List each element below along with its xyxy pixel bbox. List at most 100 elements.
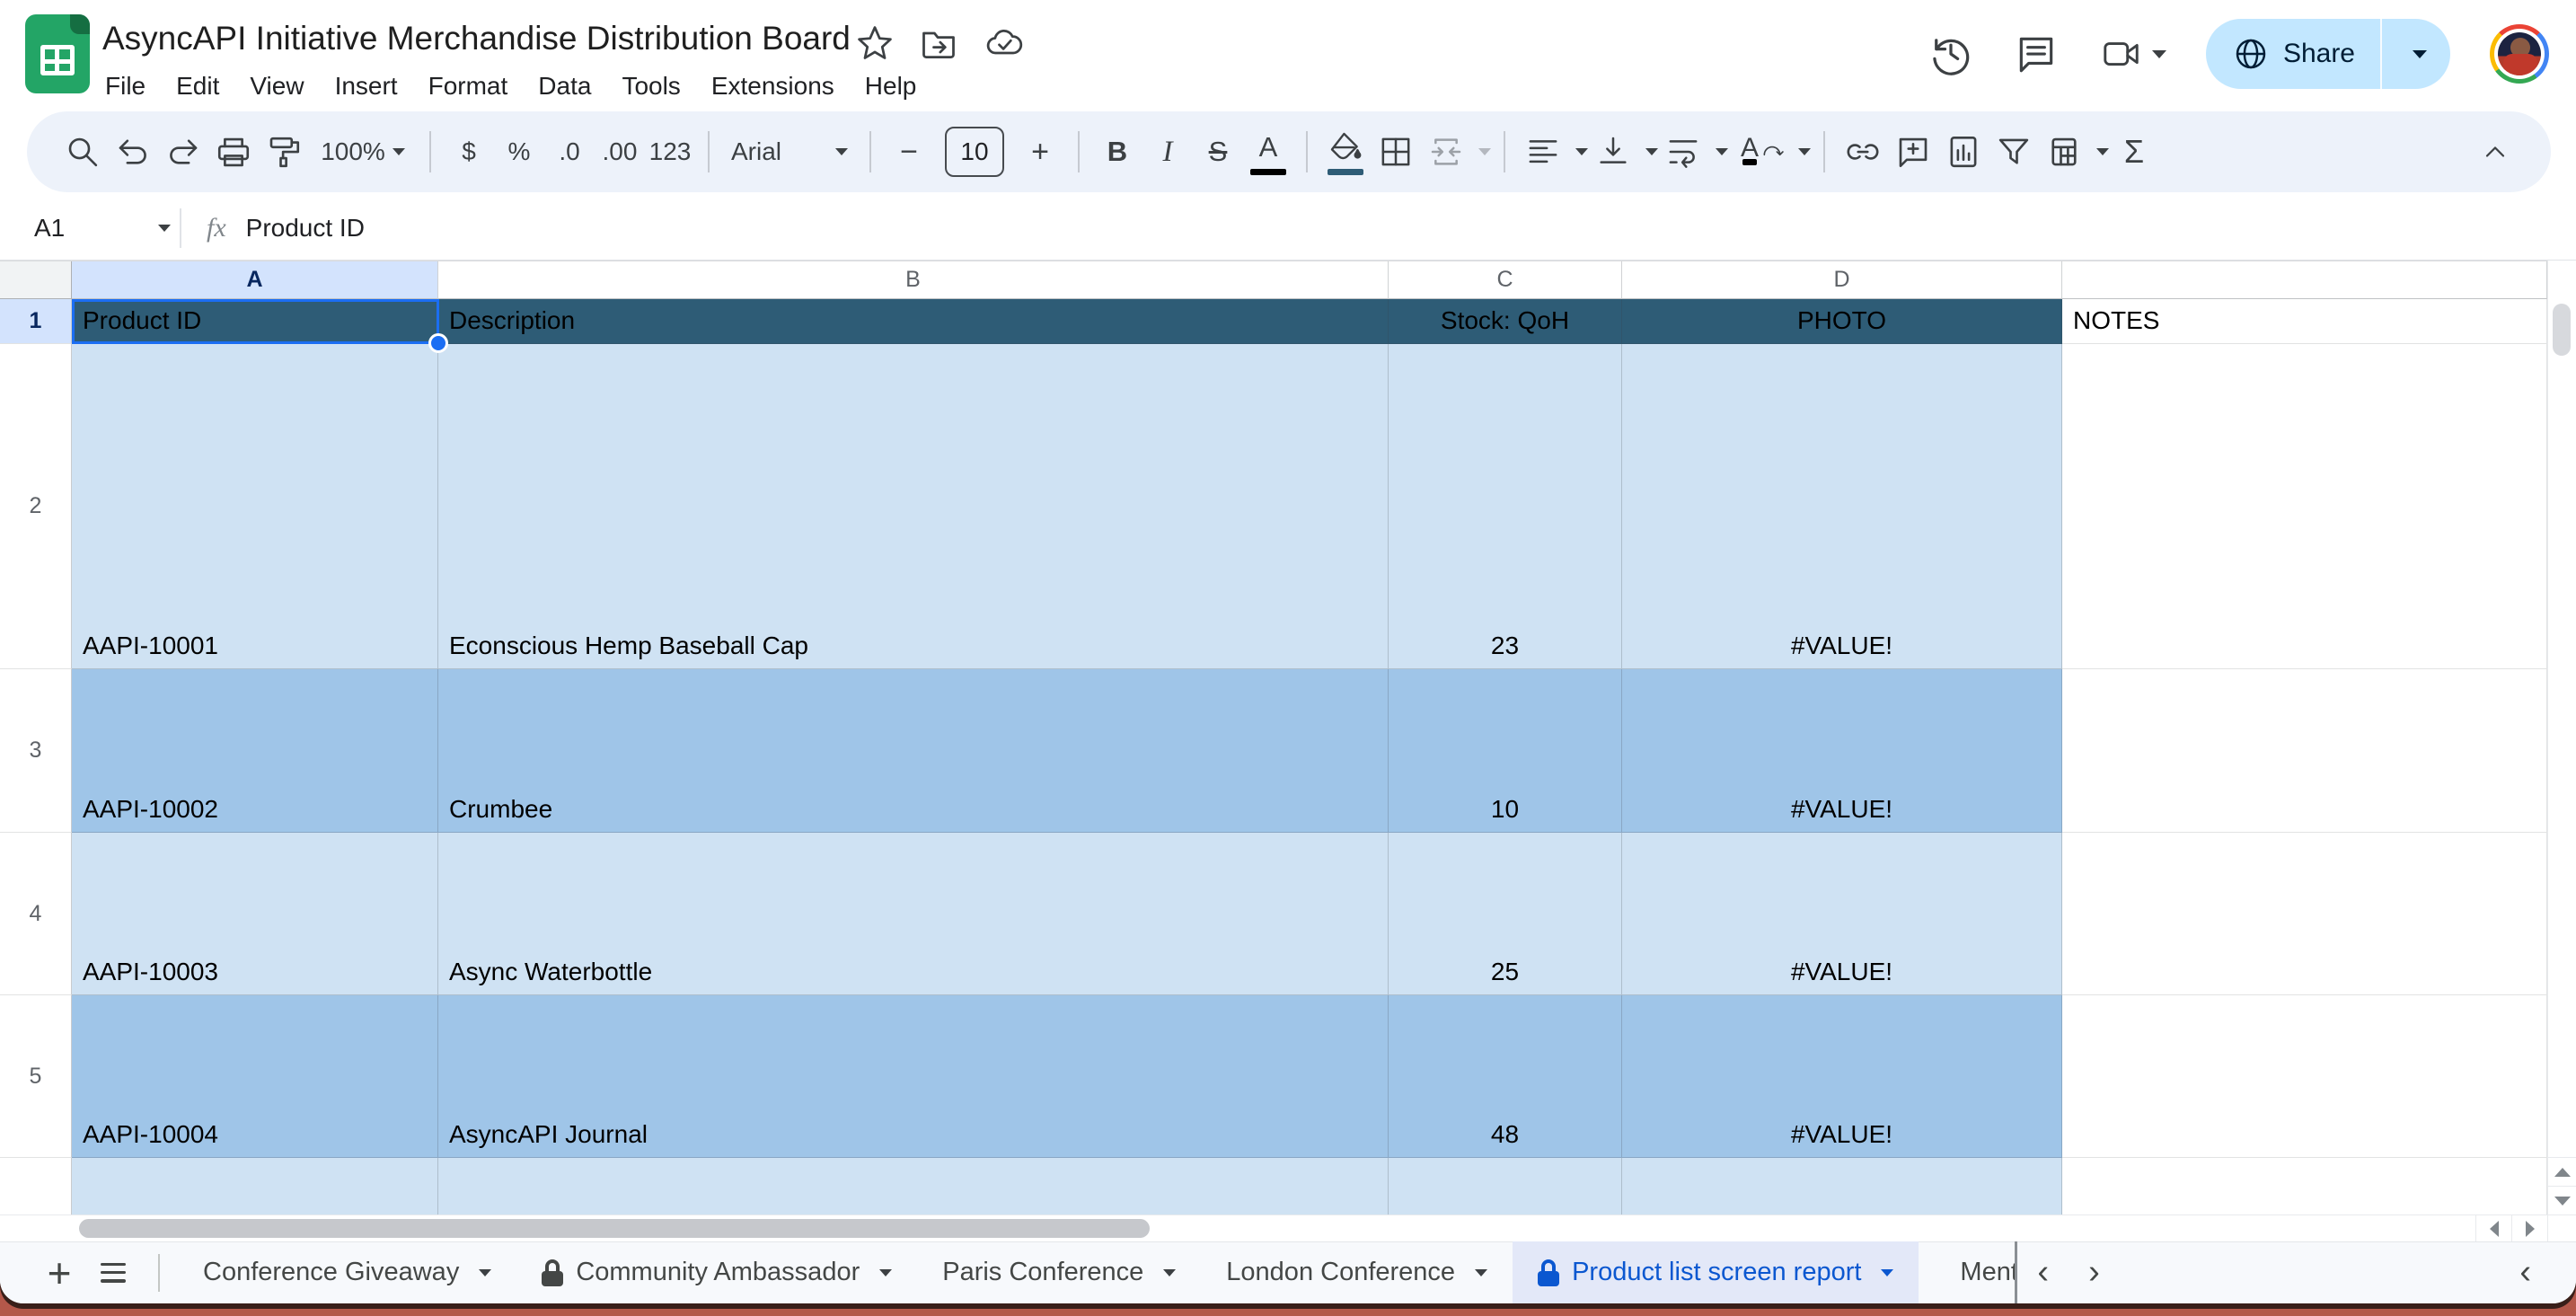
format-currency-button[interactable]: $	[444, 123, 494, 181]
cell-c6[interactable]	[1389, 1158, 1622, 1214]
cell-b2[interactable]: Econscious Hemp Baseball Cap	[438, 344, 1389, 669]
font-selector[interactable]: Arial	[722, 123, 857, 181]
print-icon[interactable]	[208, 123, 259, 181]
row-header-4[interactable]: 4	[0, 833, 72, 995]
row-header-3[interactable]: 3	[0, 669, 72, 833]
cell-e1[interactable]: NOTES	[2062, 299, 2547, 344]
sheet-tab-conference-giveaway[interactable]: Conference Giveaway	[178, 1241, 516, 1303]
row-header-5[interactable]: 5	[0, 995, 72, 1158]
cell-a4[interactable]: AAPI-10003	[72, 833, 438, 995]
cell-e3[interactable]	[2062, 669, 2547, 833]
fill-color-button[interactable]	[1320, 123, 1371, 181]
horizontal-scrollbar[interactable]	[0, 1214, 2547, 1242]
zoom-control[interactable]: 100%	[309, 123, 417, 181]
cell-d1[interactable]: PHOTO	[1622, 299, 2062, 344]
increase-decimal-button[interactable]: .00	[595, 123, 645, 181]
column-header-b[interactable]: B	[438, 261, 1389, 299]
sheet-tab-caret-icon[interactable]	[1475, 1268, 1488, 1276]
row-header-1[interactable]: 1	[0, 299, 72, 344]
cell-b1[interactable]: Description	[438, 299, 1389, 344]
selection-handle[interactable]	[428, 333, 448, 353]
insert-comment-icon[interactable]	[1888, 123, 1938, 181]
cell-a3[interactable]: AAPI-10002	[72, 669, 438, 833]
vertical-scrollbar-thumb[interactable]	[2553, 304, 2571, 356]
cell-b6[interactable]	[438, 1158, 1389, 1214]
menu-insert[interactable]: Insert	[320, 68, 413, 104]
all-sheets-button[interactable]	[86, 1246, 140, 1300]
cell-d3[interactable]: #VALUE!	[1622, 669, 2062, 833]
document-title[interactable]: AsyncAPI Initiative Merchandise Distribu…	[102, 20, 851, 57]
sheet-tab-caret-icon[interactable]	[1163, 1268, 1177, 1276]
cell-a1[interactable]: Product ID	[72, 299, 438, 344]
text-rotation-button[interactable]: A	[1728, 123, 1791, 181]
menu-view[interactable]: View	[234, 68, 319, 104]
merge-cells-button[interactable]	[1421, 123, 1471, 181]
star-icon[interactable]	[855, 23, 895, 63]
decrease-font-size-button[interactable]: −	[884, 123, 934, 181]
undo-icon[interactable]	[108, 123, 158, 181]
italic-button[interactable]: I	[1142, 123, 1193, 181]
formula-input[interactable]: Product ID	[246, 214, 365, 243]
text-color-button[interactable]: A	[1243, 123, 1293, 181]
cell-c2[interactable]: 23	[1389, 344, 1622, 669]
redo-icon[interactable]	[158, 123, 208, 181]
paint-format-icon[interactable]	[259, 123, 309, 181]
column-header-a[interactable]: A	[72, 261, 438, 299]
borders-button[interactable]	[1371, 123, 1421, 181]
cell-d6[interactable]	[1622, 1158, 2062, 1214]
version-history-icon[interactable]	[1928, 31, 1974, 77]
cell-e4[interactable]	[2062, 833, 2547, 995]
cell-e6[interactable]	[2062, 1158, 2547, 1214]
column-header-d[interactable]: D	[1622, 261, 2062, 299]
cell-e2[interactable]	[2062, 344, 2547, 669]
row-header-2[interactable]: 2	[0, 344, 72, 669]
cell-c4[interactable]: 25	[1389, 833, 1622, 995]
comments-icon[interactable]	[2014, 31, 2059, 76]
select-all-corner[interactable]	[0, 261, 72, 299]
scroll-up-button[interactable]	[2548, 1157, 2576, 1186]
format-percent-button[interactable]: %	[494, 123, 544, 181]
menu-format[interactable]: Format	[413, 68, 524, 104]
video-camera-caret-icon[interactable]	[2151, 49, 2166, 58]
move-to-folder-icon[interactable]	[918, 23, 959, 63]
search-menus-icon[interactable]	[57, 123, 108, 181]
sheet-tab-london-conference[interactable]: London Conference	[1201, 1241, 1513, 1303]
vertical-align-button[interactable]	[1588, 123, 1638, 181]
cell-c3[interactable]: 10	[1389, 669, 1622, 833]
font-size-input[interactable]: 10	[945, 127, 1004, 177]
more-formats-button[interactable]: 123	[645, 123, 695, 181]
menu-data[interactable]: Data	[523, 68, 606, 104]
account-avatar[interactable]	[2490, 24, 2549, 84]
merge-caret-icon[interactable]	[1478, 148, 1491, 155]
add-sheet-button[interactable]: +	[32, 1246, 86, 1300]
cell-c5[interactable]: 48	[1389, 995, 1622, 1158]
name-box[interactable]: A1	[0, 214, 171, 243]
share-dropdown[interactable]	[2382, 19, 2450, 89]
collapse-toolbar-icon[interactable]	[2470, 123, 2520, 181]
cell-b4[interactable]: Async Waterbottle	[438, 833, 1389, 995]
tab-scroll-left-icon[interactable]: ‹	[2017, 1253, 2069, 1292]
menu-file[interactable]: File	[90, 68, 161, 104]
cell-d4[interactable]: #VALUE!	[1622, 833, 2062, 995]
text-wrap-button[interactable]	[1658, 123, 1708, 181]
sheet-tab-product-list-screen-report[interactable]: Product list screen report	[1513, 1241, 1919, 1303]
sheet-tab-paris-conference[interactable]: Paris Conference	[917, 1241, 1201, 1303]
cell-e5[interactable]	[2062, 995, 2547, 1158]
cell-b3[interactable]: Crumbee	[438, 669, 1389, 833]
sheet-tab-caret-icon[interactable]	[879, 1268, 893, 1276]
strikethrough-button[interactable]: S	[1193, 123, 1243, 181]
column-header-e[interactable]	[2062, 261, 2547, 299]
vertical-scrollbar[interactable]	[2547, 261, 2576, 1214]
sheet-tab-truncated[interactable]: Ment	[1935, 1241, 2018, 1303]
tab-scroll-right-icon[interactable]: ›	[2069, 1253, 2120, 1292]
cell-a6[interactable]	[72, 1158, 438, 1214]
cell-d2[interactable]: #VALUE!	[1622, 344, 2062, 669]
insert-chart-icon[interactable]	[1938, 123, 1989, 181]
table-tools-icon[interactable]	[2039, 123, 2089, 181]
bold-button[interactable]: B	[1092, 123, 1142, 181]
menu-tools[interactable]: Tools	[606, 68, 695, 104]
horizontal-align-button[interactable]	[1518, 123, 1568, 181]
sheets-logo[interactable]	[25, 14, 90, 93]
create-filter-icon[interactable]	[1989, 123, 2039, 181]
increase-font-size-button[interactable]: +	[1015, 123, 1065, 181]
